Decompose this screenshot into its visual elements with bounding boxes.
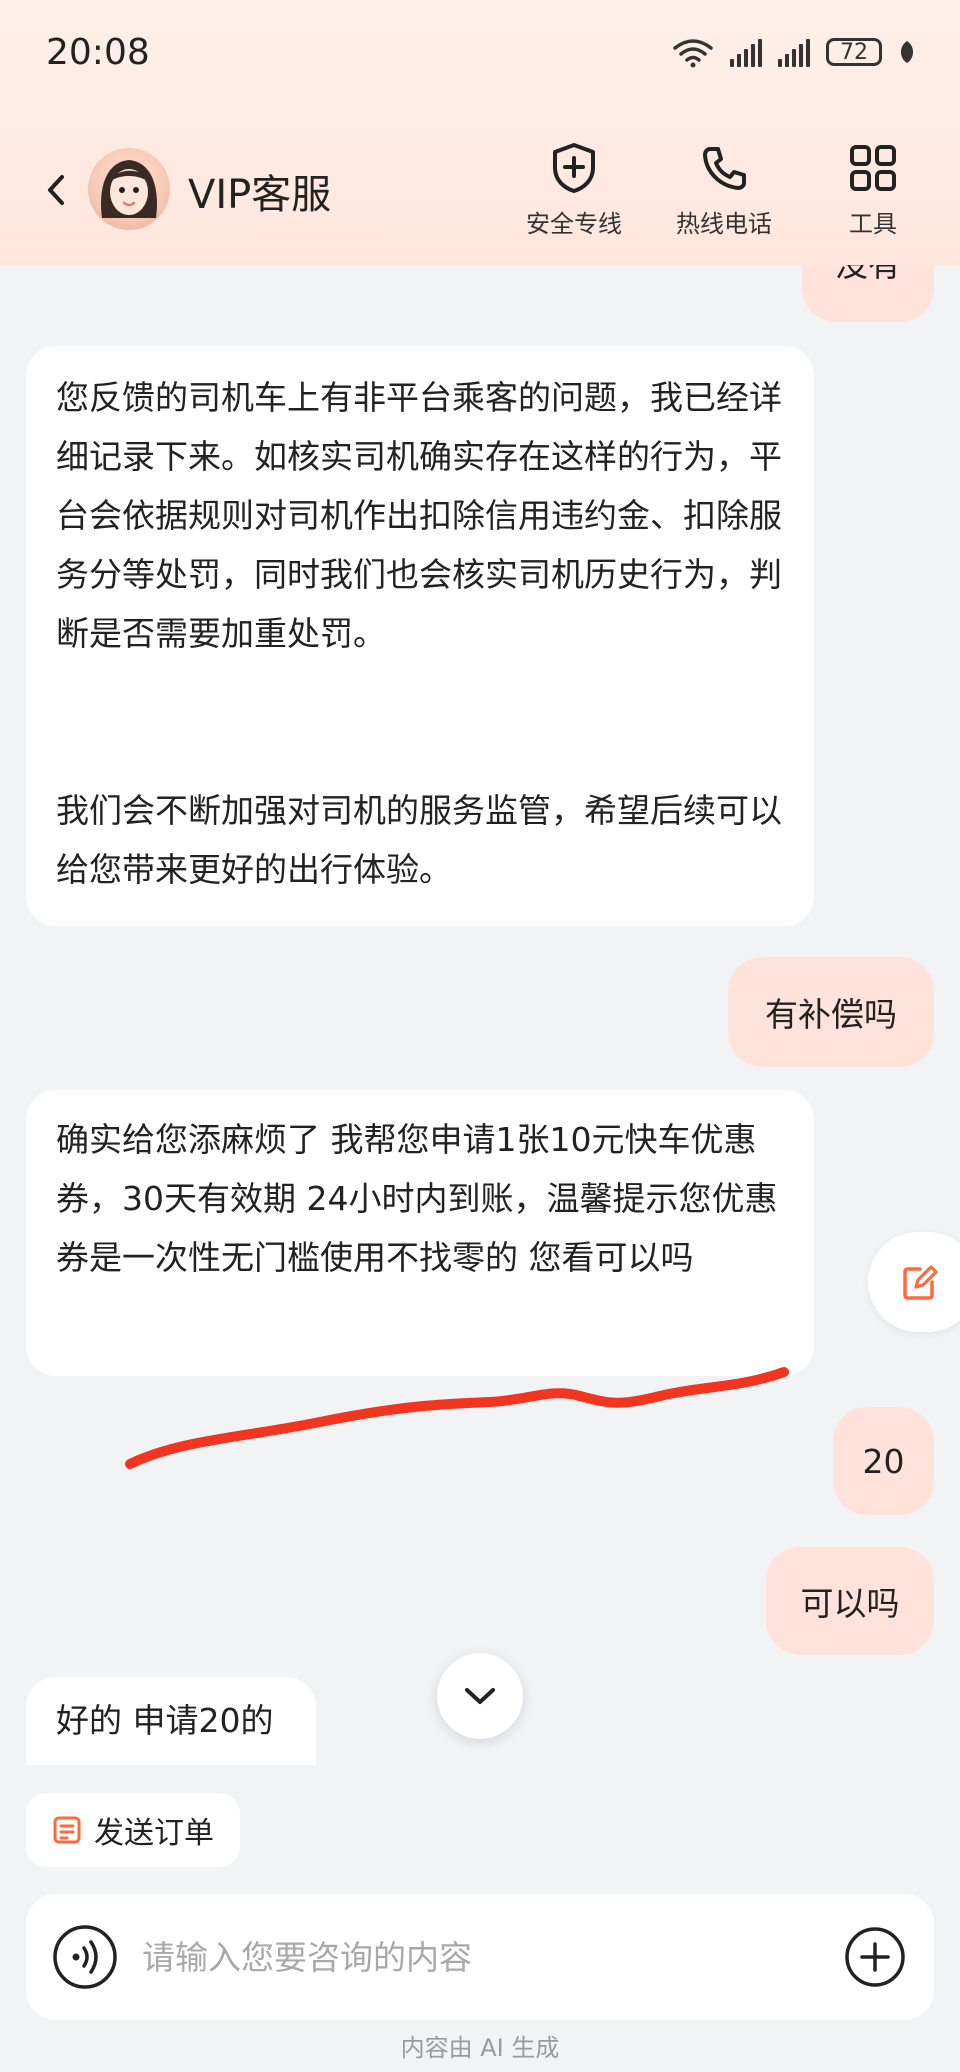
- message-text: 好的 申请20的: [56, 1701, 274, 1740]
- message-text: 有补偿吗: [765, 995, 897, 1034]
- battery-level: 72: [840, 39, 868, 65]
- message-input[interactable]: [140, 1936, 824, 1978]
- message-input-bar: [26, 1894, 934, 2020]
- red-annotation-stroke: [125, 1367, 789, 1469]
- shield-plus-icon: [553, 143, 595, 193]
- send-order-button[interactable]: 发送订单: [26, 1793, 240, 1867]
- agent-message-bubble: 好的 申请20的: [26, 1677, 316, 1765]
- user-message-bubble: 20: [833, 1407, 934, 1515]
- status-time: 20:08: [46, 32, 150, 73]
- message-text: 可以吗: [800, 1584, 900, 1623]
- tool-label: 工具: [849, 210, 897, 238]
- avatar: [88, 148, 170, 230]
- battery-icon: 72: [826, 38, 882, 66]
- voice-icon[interactable]: [52, 1924, 118, 1990]
- message-text: 20: [862, 1441, 905, 1481]
- message-text: 我们会不断加强对司机的服务监管，希望后续可以给您带来更好的出行体验。: [56, 791, 782, 889]
- tools-button[interactable]: 工具: [813, 140, 933, 239]
- wifi-icon: [673, 39, 713, 68]
- back-button[interactable]: [36, 165, 76, 215]
- agent-message-bubble: 您反馈的司机车上有非平台乘客的问题，我已经详细记录下来。如核实司机确实存在这样的…: [26, 346, 814, 926]
- leaf-icon: [900, 41, 914, 63]
- tool-label: 安全专线: [526, 210, 622, 238]
- top-bar: 20:08 72 VIP客服 安全专线 热线电话 工具: [0, 0, 960, 265]
- chevron-down-icon: [465, 1688, 495, 1704]
- hotline-phone-button[interactable]: 热线电话: [664, 140, 784, 239]
- send-order-label: 发送订单: [94, 1816, 214, 1851]
- scroll-to-bottom-button[interactable]: [437, 1653, 523, 1739]
- status-icons: 72: [672, 36, 916, 68]
- signal-icon: [778, 37, 810, 67]
- grid-icon: [850, 145, 896, 191]
- safety-hotline-button[interactable]: 安全专线: [514, 140, 634, 239]
- message-text: 您反馈的司机车上有非平台乘客的问题，我已经详细记录下来。如核实司机确实存在这样的…: [56, 378, 782, 653]
- signal-icon: [730, 37, 762, 67]
- message-text: 确实给您添麻烦了 我帮您申请1张10元快车优惠券，30天有效期 24小时内到账，…: [56, 1120, 778, 1277]
- plus-icon[interactable]: [844, 1926, 906, 1988]
- edit-note-icon: [903, 1265, 938, 1300]
- order-doc-icon: [53, 1816, 81, 1844]
- user-message-bubble: 有补偿吗: [728, 957, 934, 1067]
- phone-icon: [703, 147, 746, 190]
- ai-disclaimer: 内容由 AI 生成: [400, 2034, 560, 2062]
- tool-label: 热线电话: [676, 210, 772, 238]
- page-title: VIP客服: [188, 172, 332, 218]
- user-message-bubble: 可以吗: [766, 1547, 934, 1655]
